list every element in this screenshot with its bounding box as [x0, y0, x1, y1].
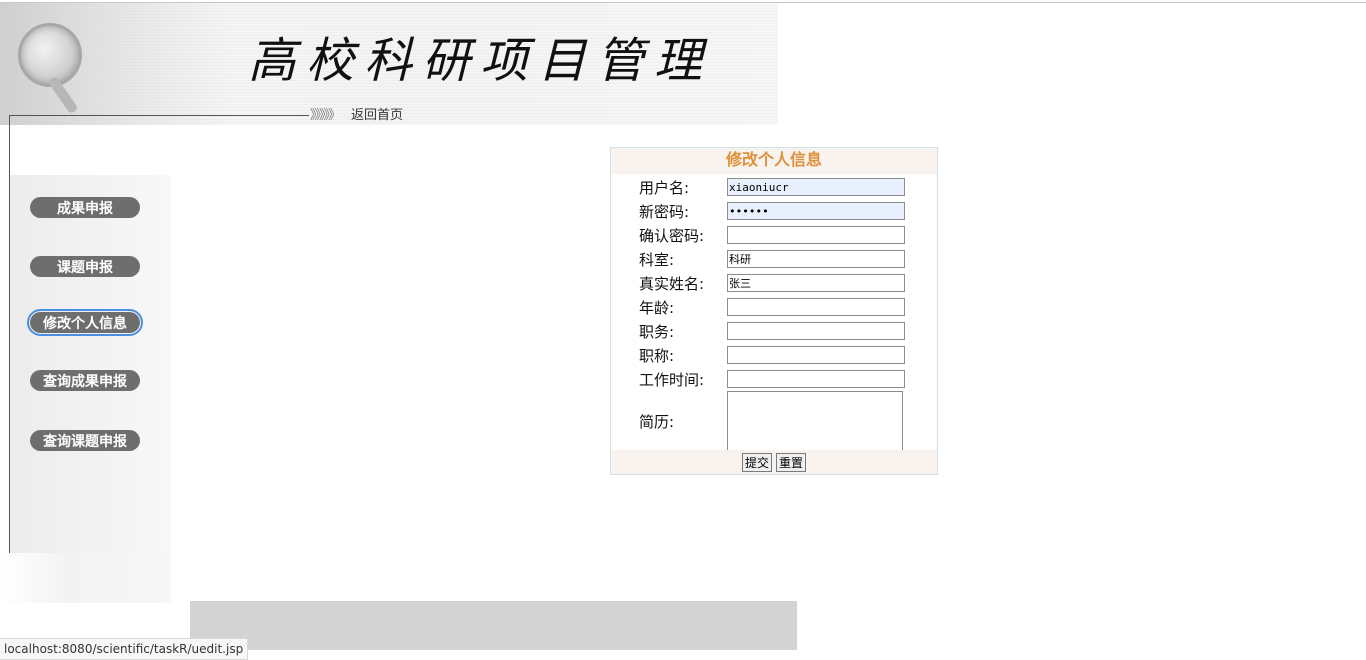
row-title: 职称:: [639, 343, 905, 367]
department-label: 科室:: [639, 250, 675, 269]
new-password-label: 新密码:: [639, 202, 690, 221]
row-department: 科室:: [639, 247, 905, 271]
username-label: 用户名:: [639, 178, 690, 197]
home-link-row: 》》》》》 返回首页: [310, 104, 403, 123]
work-time-label: 工作时间:: [639, 370, 705, 389]
nav-edit-profile[interactable]: 修改个人信息: [27, 309, 143, 336]
position-input[interactable]: [727, 322, 905, 340]
real-name-label: 真实姓名:: [639, 274, 705, 293]
reset-button[interactable]: 重置: [776, 452, 807, 472]
row-age: 年龄:: [639, 295, 905, 319]
nav-achievement-report[interactable]: 成果申报: [30, 197, 140, 218]
resume-textarea[interactable]: [727, 391, 903, 451]
status-bar-url: localhost:8080/scientific/taskR/uedit.js…: [0, 638, 249, 660]
sidebar-fade: [0, 553, 171, 603]
site-title: 高校科研项目管理: [248, 33, 713, 89]
position-label: 职务:: [639, 322, 675, 341]
age-input[interactable]: [727, 298, 905, 316]
edit-profile-form: 修改个人信息 用户名: 新密码: 确认密码: 科室: 真实姓名: 年龄: 职务:…: [610, 147, 938, 475]
sidebar: [10, 175, 171, 553]
home-link[interactable]: 返回首页: [351, 104, 403, 123]
row-username: 用户名:: [639, 175, 905, 199]
department-input[interactable]: [727, 250, 905, 268]
chevrons-icon: 》》》》》: [310, 108, 341, 123]
magnifier-icon: [18, 23, 82, 87]
row-confirm-password: 确认密码:: [639, 223, 905, 247]
form-title: 修改个人信息: [611, 148, 937, 174]
confirm-password-label: 确认密码:: [639, 226, 705, 245]
row-resume: 简历:: [639, 391, 903, 451]
nav-query-topic[interactable]: 查询课题申报: [30, 430, 140, 451]
row-position: 职务:: [639, 319, 905, 343]
age-label: 年龄:: [639, 298, 675, 317]
row-work-time: 工作时间:: [639, 367, 905, 391]
title-input[interactable]: [727, 346, 905, 364]
nav-topic-report[interactable]: 课题申报: [30, 256, 140, 277]
work-time-input[interactable]: [727, 370, 905, 388]
confirm-password-input[interactable]: [727, 226, 905, 244]
new-password-input[interactable]: [727, 202, 905, 220]
real-name-input[interactable]: [727, 274, 905, 292]
row-new-password: 新密码:: [639, 199, 905, 223]
row-real-name: 真实姓名:: [639, 271, 905, 295]
title-label: 职称:: [639, 346, 675, 365]
username-input[interactable]: [727, 178, 905, 196]
footer-bar: [190, 601, 797, 650]
submit-button[interactable]: 提交: [741, 452, 772, 472]
form-actions: 提交 重置: [611, 450, 937, 474]
frame-line-top: [9, 115, 309, 116]
resume-label: 简历:: [639, 412, 675, 431]
nav-query-achievement[interactable]: 查询成果申报: [30, 370, 140, 391]
